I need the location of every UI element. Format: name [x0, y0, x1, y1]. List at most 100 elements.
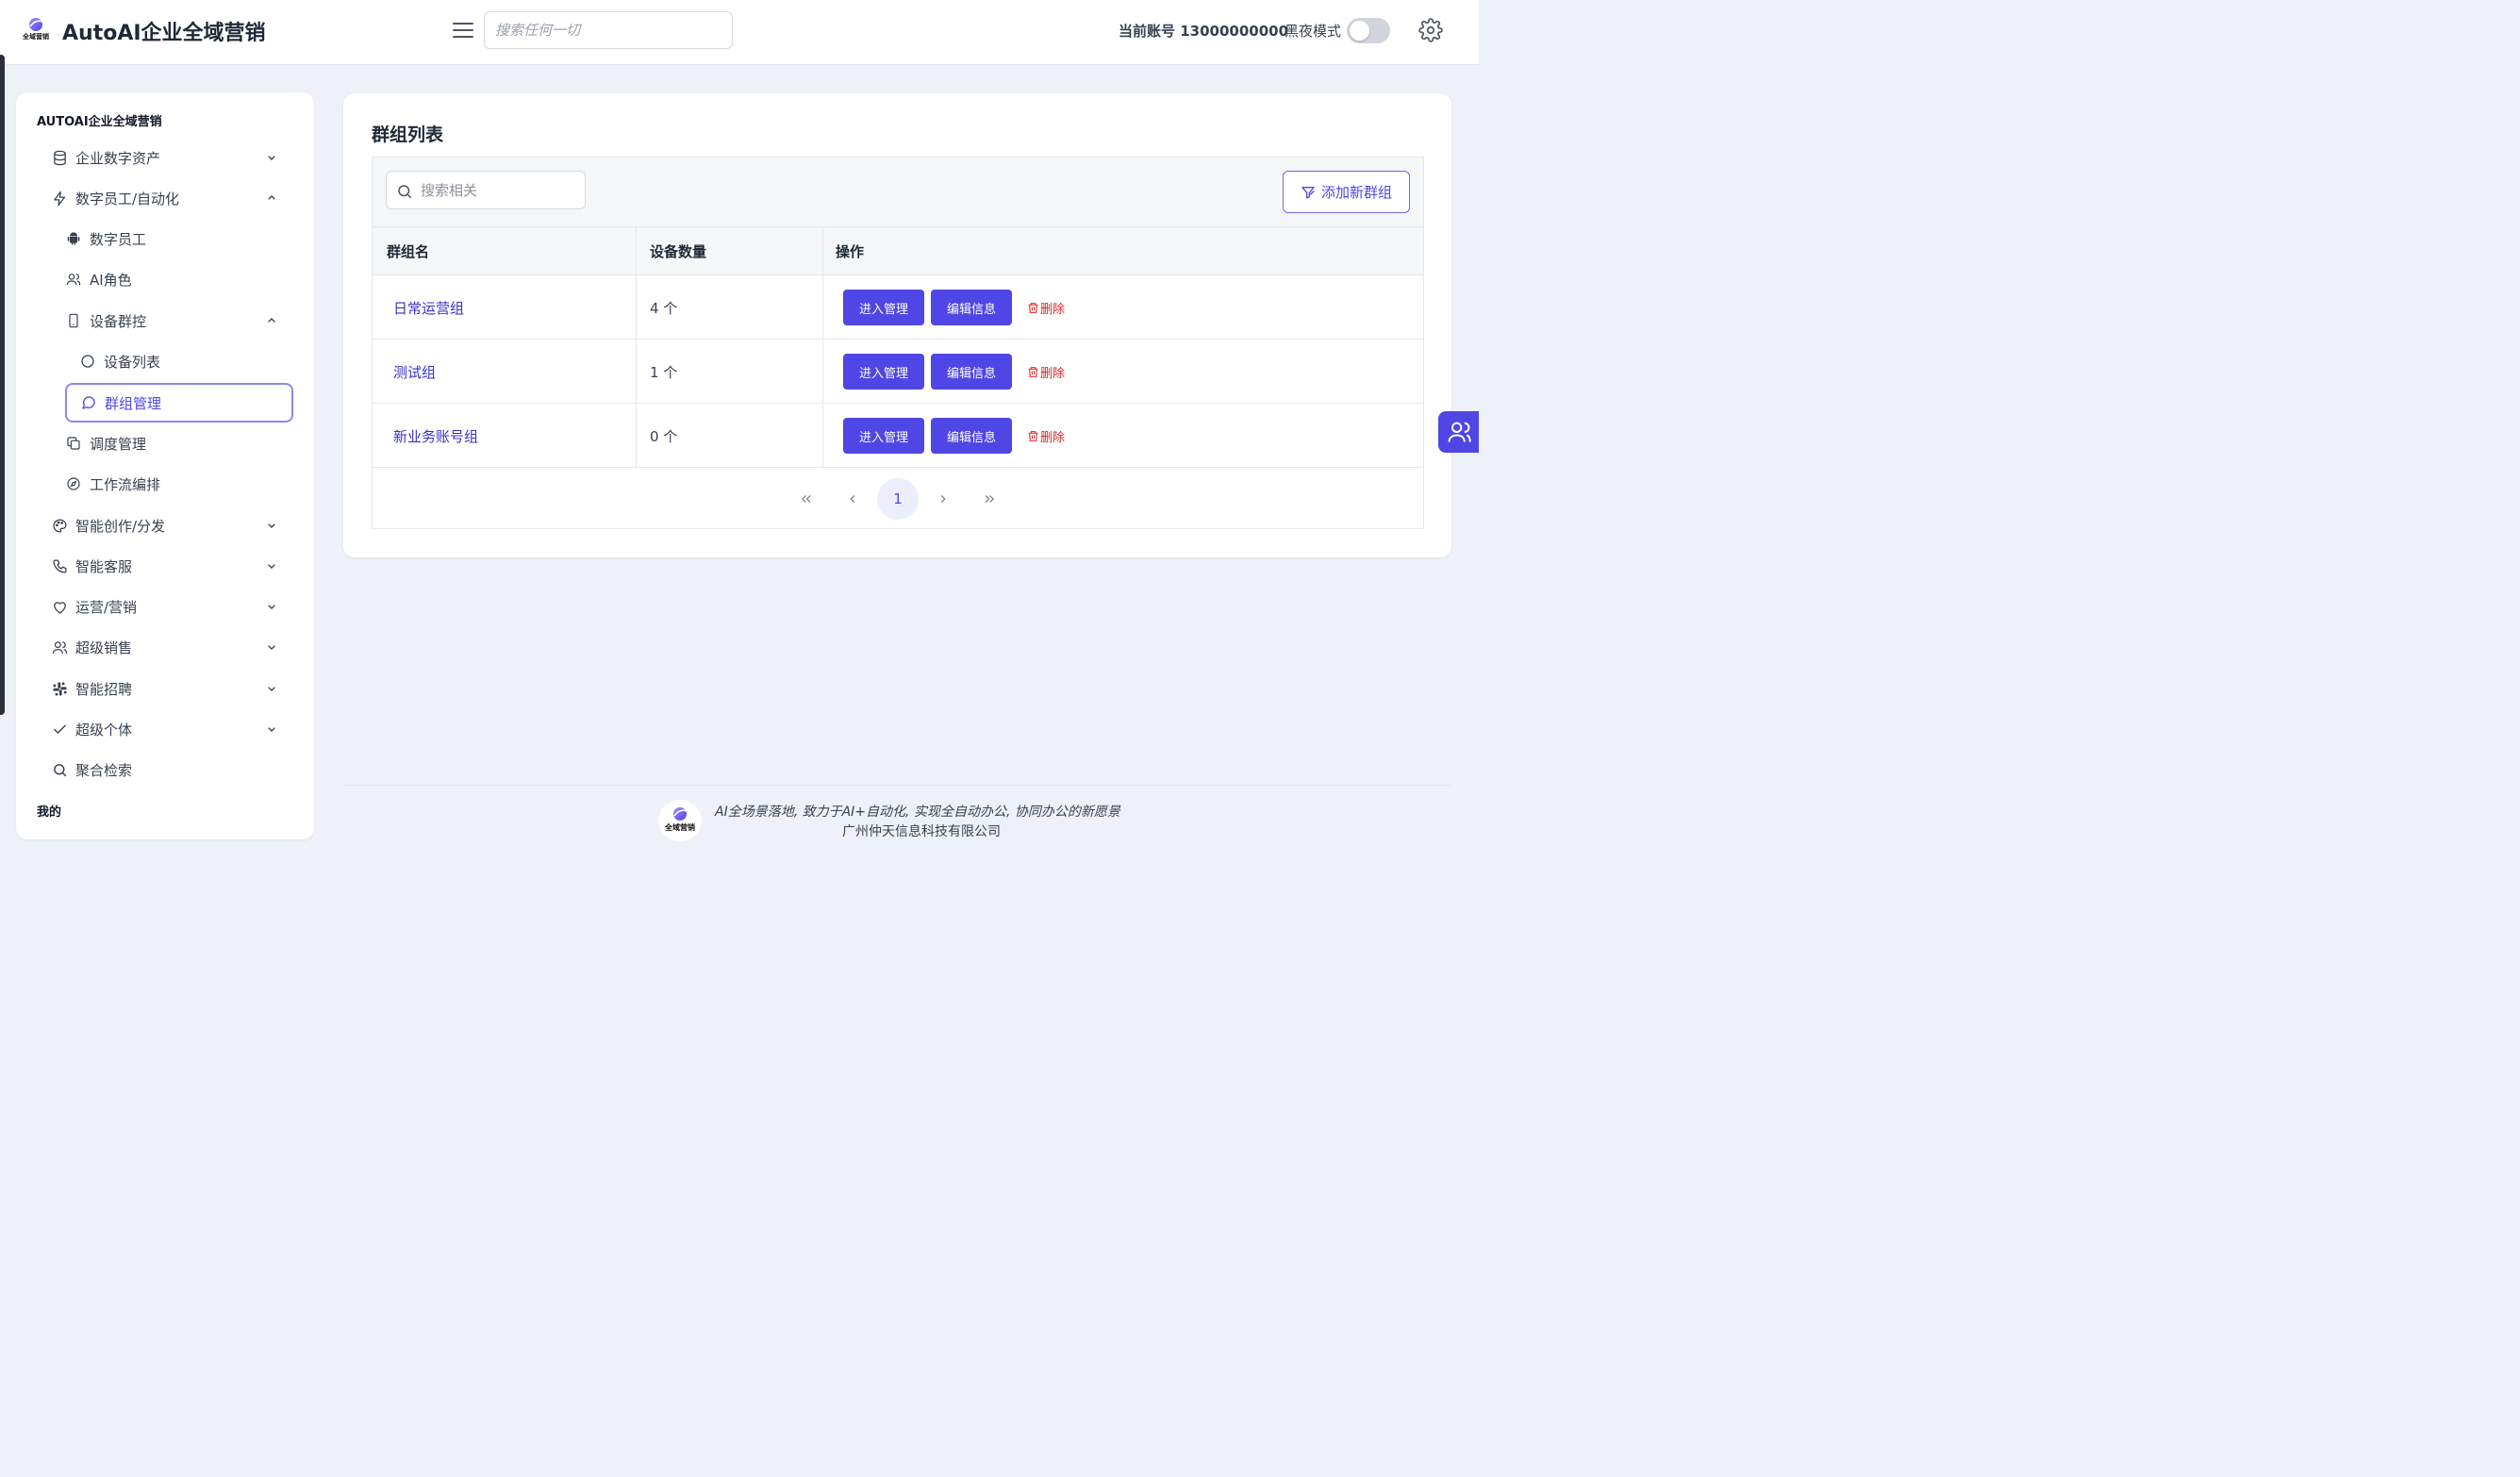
- database-icon: [51, 149, 68, 166]
- table-search-box: [386, 171, 586, 209]
- sidebar-section-my: 我的: [37, 805, 62, 820]
- trash-icon: [1028, 302, 1038, 313]
- current-account: 当前账号 13000000000: [1119, 23, 1289, 40]
- edit-info-button[interactable]: 编辑信息: [931, 290, 1012, 325]
- delete-button[interactable]: 删除: [1027, 404, 1065, 468]
- device-count: 1 个: [650, 363, 678, 381]
- delete-button[interactable]: 删除: [1027, 275, 1065, 340]
- chevron-up-icon: [268, 195, 275, 200]
- group-table: 添加新群组 群组名 设备数量 操作 日常运营组 4 个 进入管理 编辑信息 删除…: [372, 157, 1424, 529]
- chevron-down-icon: [268, 605, 275, 609]
- heart-icon: [51, 598, 68, 615]
- sidebar-item-label: 企业数字资产: [75, 149, 161, 167]
- global-search-input[interactable]: [484, 11, 733, 49]
- sidebar-item-label: 工作流编排: [90, 475, 161, 493]
- sidebar-item-device-list[interactable]: 设备列表: [79, 342, 279, 380]
- sidebar: AUTOAI企业全域营销 企业数字资产 数字员工/自动化 数字员工 AI角色 设…: [16, 92, 314, 839]
- sidebar-item-workflow[interactable]: 工作流编排: [65, 465, 279, 503]
- group-name-link[interactable]: 测试组: [393, 340, 436, 404]
- add-group-label: 添加新群组: [1320, 184, 1392, 201]
- floating-contact-button[interactable]: [1438, 411, 1479, 453]
- sidebar-item-label: 超级个体: [75, 721, 133, 738]
- sidebar-title: AUTOAI企业全域营销: [37, 115, 162, 129]
- sidebar-item-digital-assets[interactable]: 企业数字资产: [51, 139, 279, 176]
- footer-logo-text: 全域营销: [664, 822, 695, 832]
- next-page-button[interactable]: [922, 478, 964, 520]
- group-list-card: 群组列表 添加新群组 群组名 设备数量 操作 日常运营组 4 个 进入管理 编辑…: [343, 93, 1451, 557]
- chevrons-right-icon: [985, 495, 994, 503]
- enter-manage-button[interactable]: 进入管理: [843, 354, 924, 390]
- first-page-button[interactable]: [786, 478, 827, 520]
- edit-info-button[interactable]: 编辑信息: [931, 418, 1012, 454]
- sidebar-item-smart-recruitment[interactable]: 智能招聘: [51, 670, 279, 707]
- delete-label: 删除: [1040, 366, 1066, 381]
- search-icon: [51, 761, 68, 778]
- page-title: 群组列表: [372, 124, 444, 145]
- add-group-button[interactable]: 添加新群组: [1283, 171, 1410, 213]
- table-row: 新业务账号组 0 个 进入管理 编辑信息 删除: [373, 404, 1423, 468]
- chevron-down-icon: [268, 727, 275, 732]
- column-header-group-name: 群组名: [387, 243, 430, 260]
- sidebar-item-smart-creation[interactable]: 智能创作/分发: [51, 506, 279, 544]
- edit-info-button[interactable]: 编辑信息: [931, 354, 1012, 390]
- sidebar-item-label: 智能招聘: [75, 680, 133, 698]
- dark-mode-toggle[interactable]: [1347, 18, 1390, 43]
- sidebar-item-super-individual[interactable]: 超级个体: [51, 710, 279, 748]
- sidebar-item-label: 数字员工/自动化: [75, 190, 180, 207]
- sidebar-item-ai-role[interactable]: AI角色: [65, 260, 279, 298]
- trash-icon: [1028, 366, 1038, 377]
- chevron-down-icon: [268, 687, 275, 691]
- trash-icon: [1028, 430, 1038, 441]
- footer-slogan: AI全场景落地, 致力于AI+自动化, 实现全自动办公, 协同办公的新愿景: [715, 805, 1120, 820]
- app-logo: 全域营销: [19, 16, 53, 44]
- sidebar-item-label: 设备群控: [90, 312, 147, 330]
- check-icon: [51, 721, 68, 738]
- filter-icon: [1301, 186, 1315, 199]
- logo-text: 全域营销: [22, 32, 49, 41]
- footer-divider: [343, 785, 1451, 786]
- settings-gear-icon[interactable]: [1418, 18, 1443, 42]
- chevron-down-icon: [268, 523, 275, 528]
- device-count: 4 个: [650, 299, 678, 317]
- prev-page-button[interactable]: [832, 478, 873, 520]
- compass-icon: [65, 475, 82, 492]
- table-search-input[interactable]: [421, 172, 581, 208]
- delete-label: 删除: [1040, 430, 1066, 445]
- sidebar-item-digital-employee[interactable]: 数字员工: [65, 220, 279, 257]
- sidebar-item-smart-service[interactable]: 智能客服: [51, 547, 279, 585]
- bolt-icon: [51, 190, 68, 207]
- sidebar-item-digital-employee-automation[interactable]: 数字员工/自动化: [51, 179, 279, 217]
- sidebar-item-aggregate-search[interactable]: 聚合检索: [51, 751, 279, 788]
- sidebar-item-label: 聚合检索: [75, 761, 133, 779]
- delete-label: 删除: [1040, 302, 1066, 317]
- delete-button[interactable]: 删除: [1027, 340, 1065, 404]
- chevron-down-icon: [268, 645, 275, 650]
- top-bar: 全域营销 AutoAI企业全域营销 当前账号 13000000000 黑夜模式: [0, 0, 1479, 65]
- sidebar-item-super-sales[interactable]: 超级销售: [51, 628, 279, 666]
- sidebar-item-label: 智能客服: [75, 557, 133, 575]
- enter-manage-button[interactable]: 进入管理: [843, 418, 924, 454]
- sidebar-item-label: 超级销售: [75, 639, 133, 656]
- sidebar-item-group-management[interactable]: 群组管理: [65, 383, 293, 423]
- chat-bubble-icon: [80, 394, 97, 411]
- hamburger-menu-icon[interactable]: [451, 19, 475, 41]
- table-row: 测试组 1 个 进入管理 编辑信息 删除: [373, 340, 1423, 404]
- sidebar-item-scheduling[interactable]: 调度管理: [65, 424, 279, 462]
- palette-icon: [51, 517, 68, 534]
- sidebar-item-operations-marketing[interactable]: 运营/营销: [51, 588, 279, 625]
- enter-manage-button[interactable]: 进入管理: [843, 290, 924, 325]
- group-name-link[interactable]: 新业务账号组: [393, 404, 478, 468]
- last-page-button[interactable]: [969, 478, 1010, 520]
- chevron-left-icon: [850, 495, 855, 503]
- sidebar-item-device-control[interactable]: 设备群控: [65, 302, 279, 340]
- chevron-up-icon: [268, 318, 275, 323]
- page-number-button[interactable]: 1: [877, 478, 919, 520]
- chevrons-left-icon: [802, 495, 811, 503]
- table-row: 日常运营组 4 个 进入管理 编辑信息 删除: [373, 275, 1423, 340]
- footer-logo: 全域营销: [658, 800, 702, 841]
- group-name-link[interactable]: 日常运营组: [393, 275, 464, 340]
- chevron-down-icon: [268, 156, 275, 160]
- left-edge-panel: [0, 55, 5, 715]
- users-icon: [1448, 422, 1471, 442]
- sidebar-item-label: 智能创作/分发: [75, 517, 166, 535]
